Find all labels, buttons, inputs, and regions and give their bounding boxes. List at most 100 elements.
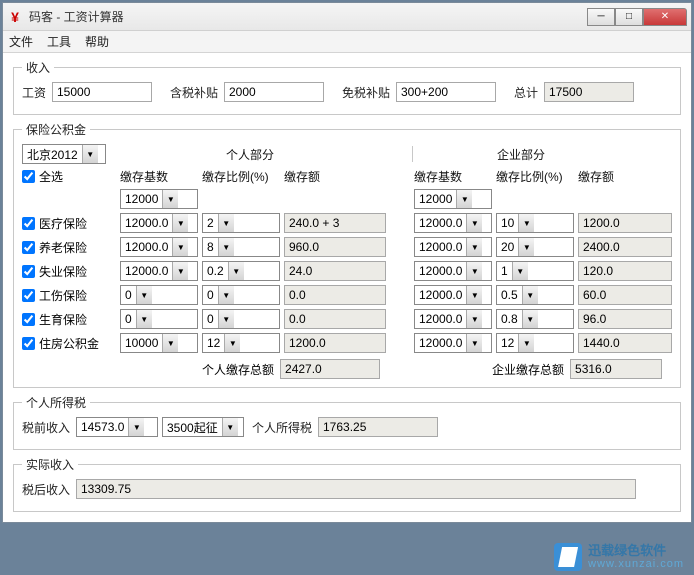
row-checkbox[interactable]: 工伤保险	[22, 287, 116, 304]
chevron-down-icon: ▼	[162, 334, 178, 352]
company-base-combo[interactable]: 12000▼	[414, 189, 492, 209]
titlebar: ¥ 码客 - 工资计算器 ─ □ ✕	[3, 3, 691, 31]
taxable-input[interactable]	[224, 82, 324, 102]
watermark-name: 迅载绿色软件	[588, 544, 684, 558]
row-checkbox[interactable]: 养老保险	[22, 239, 116, 256]
personal-header: 个人部分	[226, 146, 274, 163]
company-amount-output: 120.0	[578, 261, 672, 281]
income-legend: 收入	[22, 59, 54, 76]
personal-base-combo[interactable]: 10000▼	[120, 333, 198, 353]
personal-rate-combo[interactable]: 12▼	[202, 333, 280, 353]
chevron-down-icon: ▼	[218, 214, 234, 232]
posttax-output	[76, 479, 636, 499]
chevron-down-icon: ▼	[466, 238, 482, 256]
company-amount-output: 96.0	[578, 309, 672, 329]
nontax-input[interactable]	[396, 82, 496, 102]
threshold-combo[interactable]: 3500起征▼	[162, 417, 244, 437]
personal-rate-combo[interactable]: 8▼	[202, 237, 280, 257]
personal-rate-combo[interactable]: 0▼	[202, 285, 280, 305]
company-base-combo[interactable]: 12000.0▼	[414, 333, 492, 353]
company-rate-combo[interactable]: 0.8▼	[496, 309, 574, 329]
menu-file[interactable]: 文件	[9, 33, 33, 50]
tax-legend: 个人所得税	[22, 394, 90, 411]
chevron-down-icon: ▼	[218, 286, 234, 304]
watermark: 迅载绿色软件 www.xunzai.com	[554, 543, 684, 571]
personal-sum-output: 2427.0	[280, 359, 380, 379]
chevron-down-icon: ▼	[512, 262, 528, 280]
personal-base-combo[interactable]: 12000.0▼	[120, 261, 198, 281]
nontax-label: 免税补贴	[342, 84, 392, 101]
company-amount-output: 60.0	[578, 285, 672, 305]
close-button[interactable]: ✕	[643, 8, 687, 26]
maximize-button[interactable]: □	[615, 8, 643, 26]
company-base-combo[interactable]: 12000.0▼	[414, 309, 492, 329]
watermark-url: www.xunzai.com	[588, 558, 684, 570]
chevron-down-icon: ▼	[172, 238, 188, 256]
chevron-down-icon: ▼	[136, 286, 152, 304]
chevron-down-icon: ▼	[224, 334, 240, 352]
personal-rate-combo[interactable]: 0▼	[202, 309, 280, 329]
personal-amount-output: 240.0 + 3	[284, 213, 386, 233]
personal-base-combo[interactable]: 12000▼	[120, 189, 198, 209]
region-combo[interactable]: 北京2012 ▼	[22, 144, 106, 164]
chevron-down-icon: ▼	[522, 286, 538, 304]
salary-label: 工资	[22, 84, 48, 101]
company-amount-header: 缴存额	[578, 168, 672, 185]
personal-rate-combo[interactable]: 2▼	[202, 213, 280, 233]
company-base-combo[interactable]: 12000.0▼	[414, 237, 492, 257]
watermark-icon	[554, 543, 582, 571]
row-checkbox[interactable]: 失业保险	[22, 263, 116, 280]
chevron-down-icon: ▼	[172, 262, 188, 280]
chevron-down-icon: ▼	[228, 262, 244, 280]
chevron-down-icon: ▼	[222, 418, 238, 436]
chevron-down-icon: ▼	[162, 190, 178, 208]
chevron-down-icon: ▼	[136, 310, 152, 328]
personal-amount-output: 0.0	[284, 309, 386, 329]
salary-input[interactable]	[52, 82, 152, 102]
menu-help[interactable]: 帮助	[85, 33, 109, 50]
company-rate-combo[interactable]: 20▼	[496, 237, 574, 257]
personal-base-combo[interactable]: 0▼	[120, 285, 198, 305]
menu-tools[interactable]: 工具	[47, 33, 71, 50]
minimize-button[interactable]: ─	[587, 8, 615, 26]
company-rate-combo[interactable]: 1▼	[496, 261, 574, 281]
company-base-combo[interactable]: 12000.0▼	[414, 213, 492, 233]
vertical-divider	[412, 146, 413, 162]
select-all-checkbox[interactable]: 全选	[22, 168, 116, 185]
row-checkbox[interactable]: 生育保险	[22, 311, 116, 328]
company-rate-combo[interactable]: 0.5▼	[496, 285, 574, 305]
company-rate-combo[interactable]: 10▼	[496, 213, 574, 233]
personal-base-combo[interactable]: 0▼	[120, 309, 198, 329]
chevron-down-icon: ▼	[466, 310, 482, 328]
chevron-down-icon: ▼	[456, 190, 472, 208]
company-base-combo[interactable]: 12000.0▼	[414, 285, 492, 305]
taxable-label: 含税补贴	[170, 84, 220, 101]
row-checkbox[interactable]: 医疗保险	[22, 215, 116, 232]
pretax-combo[interactable]: 14573.0▼	[76, 417, 158, 437]
chevron-down-icon: ▼	[522, 310, 538, 328]
window-title: 码客 - 工资计算器	[29, 8, 587, 25]
company-base-combo[interactable]: 12000.0▼	[414, 261, 492, 281]
company-sum-label: 企业缴存总额	[492, 361, 564, 378]
chevron-down-icon: ▼	[466, 214, 482, 232]
insurance-legend: 保险公积金	[22, 121, 90, 138]
personal-amount-output: 960.0	[284, 237, 386, 257]
personal-base-combo[interactable]: 12000.0▼	[120, 213, 198, 233]
personal-base-combo[interactable]: 12000.0▼	[120, 237, 198, 257]
app-yen-icon: ¥	[7, 9, 23, 25]
chevron-down-icon: ▼	[518, 334, 534, 352]
row-checkbox[interactable]: 住房公积金	[22, 335, 116, 352]
chevron-down-icon: ▼	[466, 334, 482, 352]
total-output	[544, 82, 634, 102]
personal-amount-output: 0.0	[284, 285, 386, 305]
personal-base-header: 缴存基数	[120, 168, 198, 185]
personal-amount-output: 24.0	[284, 261, 386, 281]
company-rate-combo[interactable]: 12▼	[496, 333, 574, 353]
income-group: 收入 工资 含税补贴 免税补贴 总计	[13, 59, 681, 115]
personal-rate-combo[interactable]: 0.2▼	[202, 261, 280, 281]
chevron-down-icon: ▼	[518, 238, 534, 256]
company-amount-output: 1440.0	[578, 333, 672, 353]
company-header: 企业部分	[497, 146, 545, 163]
chevron-down-icon: ▼	[466, 286, 482, 304]
chevron-down-icon: ▼	[218, 238, 234, 256]
